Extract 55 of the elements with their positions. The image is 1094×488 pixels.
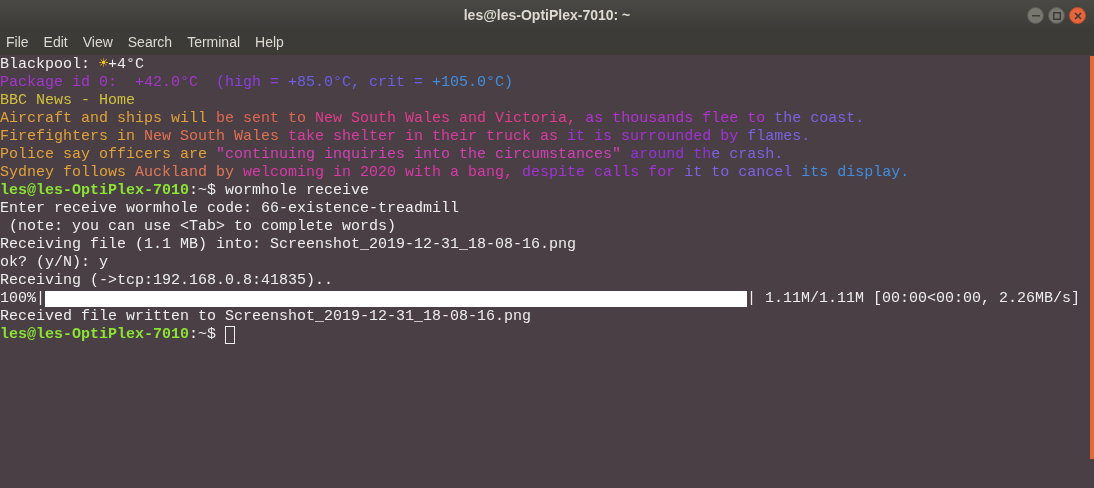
output-text: Aircraft and ships will — [0, 110, 209, 128]
maximize-button[interactable] — [1048, 7, 1065, 24]
menu-item[interactable]: View — [82, 32, 113, 53]
output-text: Auckland by — [135, 164, 236, 182]
menu-item[interactable]: File — [6, 32, 29, 53]
output-text: +105.0°C) — [432, 74, 514, 92]
output-text: Firefighters in — [0, 128, 137, 146]
prompt-path: :~$ — [189, 182, 218, 200]
minimize-icon — [1031, 14, 1040, 17]
minimize-button[interactable] — [1027, 7, 1044, 24]
close-icon — [1073, 11, 1082, 20]
output-text: New South Wales — [144, 128, 281, 146]
output-text: despite calls for — [522, 164, 677, 182]
output-text: it is surrounded by — [567, 128, 740, 146]
output-text: (note: you can use <Tab> to complete words) — [8, 218, 397, 236]
menu-item[interactable]: Help — [255, 32, 284, 53]
menu-item[interactable]: Edit — [43, 32, 68, 53]
output-text: flames. — [747, 128, 811, 146]
output-text: Blackpool: — [0, 56, 91, 74]
output-text: the coast. — [774, 110, 865, 128]
output-text: +85.0°C, crit = — [288, 74, 425, 92]
output-text: take shelter in their truck as — [288, 128, 560, 146]
output-text: Receiving (->tcp:192.168.0.8:41835).. — [0, 272, 334, 290]
maximize-icon — [1052, 11, 1061, 20]
menu-item[interactable]: Terminal — [187, 32, 241, 53]
output-text: +4°C — [108, 56, 145, 74]
output-text: Police say officers are — [0, 146, 209, 164]
output-text: Enter receive wormhole code: 66-existence-treadmill — [0, 200, 460, 218]
output-text: "continuing inquiries into the circumstances" — [216, 146, 623, 164]
output-text: it to cancel — [684, 164, 794, 182]
output-text: New South Wales and Victoria, — [315, 110, 578, 128]
output-text: (high = — [216, 74, 281, 92]
prompt-user: les@les-OptiPlex-7010 — [0, 182, 190, 200]
output-text: e crash. — [711, 146, 784, 164]
progress-stats: | 1.11M/1.11M [00:00<00:00, 2.26MB/s] — [747, 290, 1081, 308]
prompt-user: les@les-OptiPlex-7010 — [0, 326, 190, 344]
menu-item[interactable]: Search — [127, 32, 173, 53]
output-text: Package id 0: +42.0°C — [0, 74, 200, 92]
output-text: Received file written to Screenshot_2019-12-31_18-08-16.png — [0, 308, 532, 326]
output-text: around th — [630, 146, 712, 164]
output-text: its display. — [801, 164, 910, 182]
window-title: les@les-OptiPlex-7010: ~ — [463, 5, 631, 25]
prompt-path: :~$ — [189, 326, 218, 344]
output-text: BBC News - Home — [0, 92, 136, 110]
close-button[interactable] — [1069, 7, 1086, 24]
output-text: be sent to — [216, 110, 308, 128]
output-text: ok? (y/N): y — [0, 254, 109, 272]
scrollbar[interactable] — [1090, 56, 1094, 459]
progress-percent: 100%| — [0, 290, 45, 308]
output-text: as thousands flee to — [585, 110, 767, 128]
command-text: wormhole receive — [225, 182, 370, 200]
output-text: Receiving file (1.1 MB) into: Screenshot_2019-12-31_18-08-16.png — [0, 236, 577, 254]
output-text: ☀ — [99, 56, 109, 74]
output-text: Sydney follows — [0, 164, 128, 182]
output-text: welcoming in 2020 with a bang, — [243, 164, 515, 182]
